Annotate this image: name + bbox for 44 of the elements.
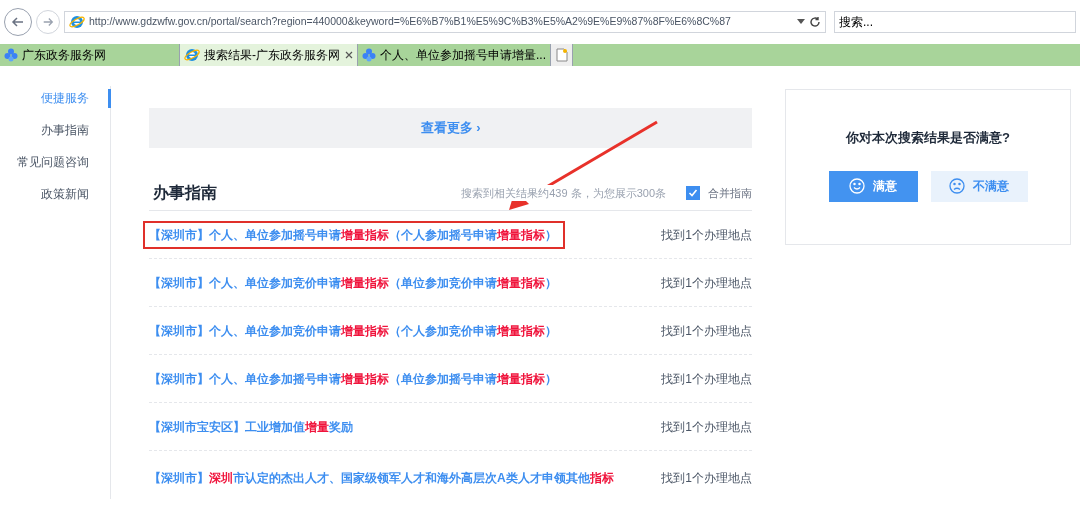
dissatisfied-button[interactable]: 不满意 xyxy=(930,170,1028,202)
result-title-link[interactable]: 【深圳市】个人、单位参加摇号申请增量指标（单位参加摇号申请增量指标） xyxy=(149,366,639,391)
sidebar-item[interactable]: 政策新闻 xyxy=(0,185,111,204)
new-page-icon xyxy=(555,48,568,62)
search-field[interactable]: 搜索... xyxy=(834,11,1076,33)
tab-title: 搜索结果-广东政务服务网 xyxy=(204,47,341,64)
browser-tab[interactable]: 搜索结果-广东政务服务网 xyxy=(180,44,358,66)
result-title-link[interactable]: 【深圳市】个人、单位参加摇号申请增量指标（个人参加摇号申请增量指标） xyxy=(145,222,563,247)
browser-e-icon xyxy=(184,47,200,63)
location-count: 找到1个办理地点 xyxy=(661,274,752,292)
more-link[interactable]: 查看更多 › xyxy=(420,118,481,138)
result-title-link[interactable]: 【深圳市】深圳市认定的杰出人才、国家级领军人才和海外高层次A类人才申领其他指标 xyxy=(149,465,639,490)
sidebar-item[interactable]: 办事指南 xyxy=(0,121,111,140)
tab-title: 广东政务服务网 xyxy=(22,47,107,64)
location-count: 找到1个办理地点 xyxy=(661,418,752,436)
flower-icon xyxy=(4,48,18,62)
address-bar[interactable]: http://www.gdzwfw.gov.cn/portal/search?region=440000&keyword=%E6%B7%B1%E5%9C%B3%E5%A2%9E%E9%87%8F%E6%8C%87 xyxy=(64,11,826,33)
result-title-link[interactable]: 【深圳市】个人、单位参加竞价申请增量指标（单位参加竞价申请增量指标） xyxy=(149,270,639,295)
dropdown-caret-icon[interactable] xyxy=(797,19,805,25)
location-count: 找到1个办理地点 xyxy=(661,226,752,244)
location-count: 找到1个办理地点 xyxy=(661,322,752,340)
result-summary: 搜索到相关结果约439 条，为您展示300条 xyxy=(461,184,666,202)
sidebar-item[interactable]: 便捷服务 xyxy=(0,89,111,108)
sad-face-icon xyxy=(949,178,965,194)
feedback-question: 你对本次搜索结果是否满意? xyxy=(846,129,1010,147)
satisfied-button[interactable]: 满意 xyxy=(828,170,918,202)
close-icon[interactable] xyxy=(345,51,353,59)
merge-checkbox[interactable] xyxy=(686,186,700,200)
result-title-link[interactable]: 【深圳市宝安区】工业增加值增量奖励 xyxy=(149,414,639,439)
url-text: http://www.gdzwfw.gov.cn/portal/search?region=440000&keyword=%E6%B7%B1%E5%9C%B3%E5%A2%9E%E9%87%8F%E6%8C%87 xyxy=(89,14,732,30)
flower-icon xyxy=(362,48,376,62)
smiley-icon xyxy=(849,178,865,194)
location-count: 找到1个办理地点 xyxy=(661,469,752,487)
tab-title: 个人、单位参加摇号申请增量... xyxy=(380,47,546,64)
merge-label: 合并指南 xyxy=(708,185,752,201)
sidebar-item[interactable]: 常见问题咨询 xyxy=(0,153,111,172)
back-arrow-icon xyxy=(11,15,25,29)
section-title: 办事指南 xyxy=(152,183,217,203)
browser-e-icon xyxy=(69,14,85,30)
new-tab-button[interactable] xyxy=(551,44,573,66)
refresh-icon[interactable] xyxy=(809,16,821,28)
result-title-link[interactable]: 【深圳市】个人、单位参加竞价申请增量指标（个人参加竞价申请增量指标） xyxy=(149,318,639,343)
forward-arrow-icon xyxy=(42,16,54,28)
location-count: 找到1个办理地点 xyxy=(661,370,752,388)
